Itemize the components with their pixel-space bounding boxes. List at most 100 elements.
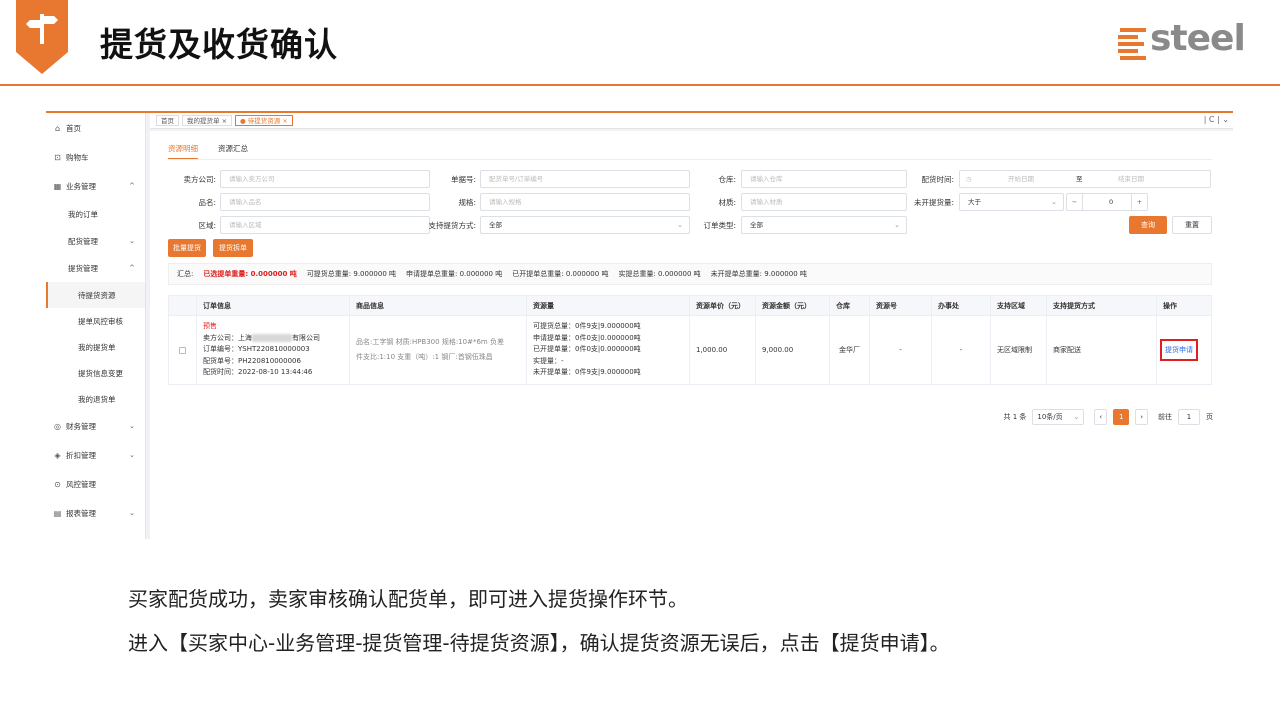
page-unit: 页 — [1206, 413, 1213, 421]
spec-label: 规格: — [458, 198, 476, 207]
chevron-up-icon: ^ — [129, 264, 135, 272]
region-label: 区域: — [198, 221, 216, 230]
tab-home[interactable]: 首页 — [156, 115, 179, 126]
table-header: 订单信息 商品信息 资源量 资源单价（元） 资源金额（元） 仓库 资源号 办事处… — [169, 296, 1211, 316]
end-date: 结束日期 — [1118, 175, 1144, 183]
subtab-detail[interactable]: 资源明细 — [168, 143, 198, 160]
header-operation: 操作 — [1163, 301, 1177, 310]
subtab-divider — [168, 159, 1212, 160]
total-count: 共 1 条 — [1003, 413, 1027, 421]
summary-applied: 申请提单总重量: 0.000000 吨 — [406, 270, 503, 278]
search-button[interactable]: 查询 — [1129, 216, 1167, 234]
subtab-summary[interactable]: 资源汇总 — [218, 143, 248, 160]
nav-discount[interactable]: ◈ 折扣管理 ⌄ — [46, 441, 145, 470]
plus-icon[interactable]: + — [1131, 194, 1147, 210]
next-page-button[interactable]: › — [1135, 409, 1148, 425]
nav-home[interactable]: ⌂ 首页 — [46, 114, 145, 143]
cart-icon: ⊡ — [54, 153, 61, 162]
minus-icon[interactable]: − — [1067, 194, 1083, 210]
unopened-stepper[interactable]: − 0 + — [1066, 193, 1148, 211]
time-label: 配货时间: — [921, 175, 954, 184]
nav-cart[interactable]: ⊡ 购物车 — [46, 143, 145, 172]
goto-label: 前往 — [1158, 413, 1172, 421]
header-divider — [0, 84, 1280, 86]
date-separator: 至 — [1076, 175, 1083, 183]
nav-pickup-risk[interactable]: 提单风控审核 — [46, 308, 145, 334]
redacted-block — [252, 333, 292, 342]
batch-pickup-button[interactable]: 批量提货 — [168, 239, 206, 257]
refresh-icon[interactable]: | C | ⌄ — [1204, 115, 1229, 124]
header-unit-price: 资源单价（元） — [690, 296, 756, 315]
app-screenshot: ⌂ 首页 ⊡ 购物车 ▦ 业务管理 ^ 我的订单 配货管理 ⌄ 提货管理 ^ 待提货资源 提… — [46, 111, 1233, 539]
tab-pickup-pending[interactable]: ● 待提货资源 × — [235, 115, 293, 126]
reset-button[interactable]: 重置 — [1172, 216, 1212, 234]
ordertype-select[interactable]: 全部 ⌄ — [741, 216, 907, 234]
summary-unopened: 未开提单总重量: 9.000000 吨 — [710, 270, 807, 278]
method-select[interactable]: 全部 ⌄ — [480, 216, 690, 234]
chevron-down-icon: ⌄ — [129, 509, 135, 517]
product-input[interactable]: 请输入品名 — [220, 193, 430, 211]
page-1-button[interactable]: 1 — [1113, 409, 1130, 425]
nav-allocation[interactable]: 配货管理 ⌄ — [46, 228, 145, 255]
summary-selected: 已选提单重量: 0.000000 吨 — [203, 270, 297, 278]
nav-risk[interactable]: ⊙ 风控管理 — [46, 470, 145, 499]
spec-input[interactable]: 请输入规格 — [480, 193, 690, 211]
chevron-down-icon: ⌄ — [129, 237, 135, 245]
nav-pickup-pending[interactable]: 待提货资源 — [46, 282, 145, 308]
material-label: 材质: — [718, 198, 736, 207]
region-input[interactable]: 请输入区域 — [220, 216, 430, 234]
pickup-apply-button[interactable]: 提货申请 — [1160, 339, 1198, 361]
nav-returns[interactable]: 我的退货单 — [46, 386, 145, 412]
header-resource-qty: 资源量 — [527, 296, 690, 315]
office-cell: - — [932, 316, 991, 384]
chevron-up-icon: ^ — [129, 182, 135, 190]
split-pickup-button[interactable]: 提货拆单 — [213, 239, 253, 257]
warehouse-cell: 金华厂 — [830, 316, 870, 384]
nav-business[interactable]: ▦ 业务管理 ^ — [46, 172, 145, 201]
grid-icon: ▦ — [53, 182, 62, 191]
allocation-number: 配货单号：PH220810000006 — [203, 356, 301, 365]
sidebar: ⌂ 首页 ⊡ 购物车 ▦ 业务管理 ^ 我的订单 配货管理 ⌄ 提货管理 ^ 待提货资源 提… — [46, 113, 146, 539]
nav-my-orders[interactable]: 我的订单 — [46, 201, 145, 228]
nav-reports[interactable]: ▤ 报表管理 ⌄ — [46, 499, 145, 528]
unit-price-cell: 1,000.00 — [690, 316, 756, 384]
seller-input[interactable]: 请输入卖方公司 — [220, 170, 430, 188]
chevron-down-icon: ⌄ — [1073, 413, 1080, 421]
method-label: 支持提货方式: — [428, 221, 476, 230]
start-date: 开始日期 — [1008, 175, 1034, 183]
row-checkbox[interactable] — [179, 346, 186, 354]
seller-label: 卖方公司: — [183, 175, 216, 184]
summary-opened: 已开提单总重量: 0.000000 吨 — [512, 270, 609, 278]
goods-info-cell: 品名:工字钢 材质:HPB300 规格:10#*6m 负差 件支比:1:10 支… — [350, 316, 527, 384]
goto-input[interactable]: 1 — [1178, 409, 1200, 425]
pagination: 共 1 条 10条/页 ⌄ ‹ 1 › 前往 1 页 — [1003, 409, 1213, 425]
unopened-operator-select[interactable]: 大于 ⌄ — [959, 193, 1064, 211]
header-method: 支持提货方式 — [1047, 296, 1157, 315]
product-label: 品名: — [198, 198, 216, 207]
method-cell: 商家配送 — [1047, 316, 1157, 384]
nav-pickup[interactable]: 提货管理 ^ — [46, 255, 145, 282]
prev-page-button[interactable]: ‹ — [1094, 409, 1108, 425]
row-select-cell — [169, 316, 197, 384]
tab-my-pickups[interactable]: 我的提货单 × — [182, 115, 233, 126]
summary-available: 可提货总重量: 9.000000 吨 — [306, 270, 397, 278]
header-office: 办事处 — [932, 296, 991, 315]
date-range-input[interactable]: ◷ 开始日期 至 结束日期 — [959, 170, 1211, 188]
order-number: 订单编号：YSHT220810000003 — [203, 345, 310, 354]
operation-cell: 提货申请 — [1157, 316, 1211, 384]
header-order-info: 订单信息 — [197, 296, 350, 315]
allocation-time: 配货时间：2022-08-10 13:44:46 — [203, 368, 313, 377]
page-size-select[interactable]: 10条/页 ⌄ — [1032, 409, 1085, 425]
caption-line-1: 买家配货成功，卖家审核确认配货单，即可进入提货操作环节。 — [128, 587, 688, 611]
nav-pickup-change[interactable]: 提货信息变更 — [46, 360, 145, 386]
nav-my-pickups[interactable]: 我的提货单 — [46, 334, 145, 360]
warehouse-input[interactable]: 请输入仓库 — [741, 170, 907, 188]
resource-qty-cell: 可提货总量：0件9支|9.000000吨 申请提单量：0件0支|0.000000… — [527, 316, 690, 384]
nav-finance[interactable]: ◎ 财务管理 ⌄ — [46, 412, 145, 441]
region-cell: 无区域限制 — [991, 316, 1047, 384]
summary-bar: 汇总: 已选提单重量: 0.000000 吨 可提货总重量: 9.000000 … — [168, 263, 1212, 285]
docno-input[interactable]: 配货单号/订单编号 — [480, 170, 690, 188]
material-input[interactable]: 请输入材质 — [741, 193, 907, 211]
caption-line-2: 进入【买家中心-业务管理-提货管理-待提货资源】，确认提货资源无误后，点击【提货… — [128, 631, 950, 655]
order-info-cell: 预售 卖方公司：上海 有限公司 订单编号：YSHT220810000003 配货单… — [197, 316, 350, 384]
